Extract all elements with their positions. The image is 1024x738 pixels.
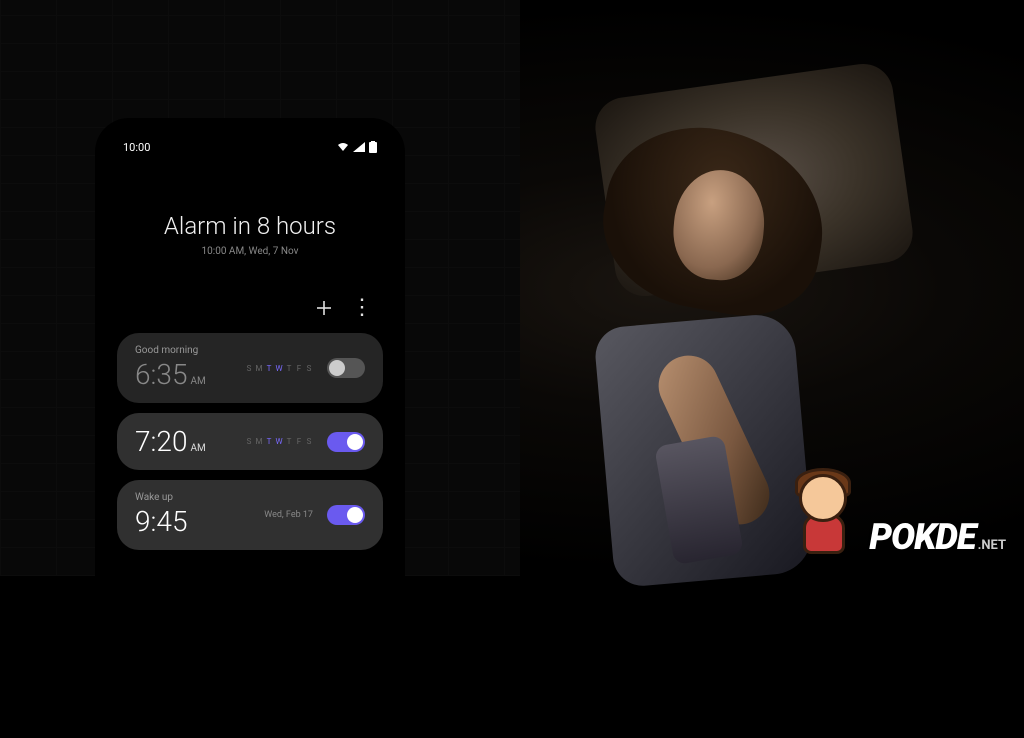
alarm-list[interactable]: Good morning 6:35 AM S M T W T [105,333,395,550]
day-f: F [295,437,303,446]
mascot-icon [785,466,863,558]
toggle-knob [347,434,363,450]
status-icons [337,141,377,153]
battery-icon [369,141,377,153]
alarm-time: 6:35 [135,358,187,391]
action-row: ⋮ [105,277,395,333]
alarm-ampm: AM [190,443,205,454]
alarm-toggle[interactable] [327,358,365,378]
phone-screen: 10:00 Alarm in 8 hours 10:00 AM, Wed, 7 … [105,130,395,726]
toggle-knob [347,507,363,523]
alarm-info: Good morning 6:35 AM [135,345,206,391]
alarm-subtitle: 10:00 AM, Wed, 7 Nov [125,246,375,257]
day-t: T [265,364,273,373]
alarm-toggle[interactable] [327,505,365,525]
watermark-brand: POKDE [869,516,975,558]
alarm-ampm: AM [190,376,205,387]
day-w: W [275,364,283,373]
person-lying-with-phone [464,60,944,520]
status-time: 10:00 [123,141,150,154]
alarm-days: S M T W T F S [245,364,313,373]
toggle-knob [329,360,345,376]
alarm-label: Good morning [135,345,206,356]
day-m: M [255,364,263,373]
day-t: T [265,437,273,446]
more-options-button[interactable]: ⋮ [351,297,373,319]
signal-icon [353,142,365,152]
alarm-card[interactable]: 7:20 AM S M T W T F S [117,413,383,470]
alarm-title: Alarm in 8 hours [125,212,375,240]
plus-icon [315,299,333,317]
alarm-info: 7:20 AM [135,425,206,458]
day-f: F [295,364,303,373]
day-s: S [245,364,253,373]
phone-mockup: 10:00 Alarm in 8 hours 10:00 AM, Wed, 7 … [95,118,405,738]
alarm-days: S M T W T F S [245,437,313,446]
add-alarm-button[interactable] [315,299,333,317]
background-scene: 10:00 Alarm in 8 hours 10:00 AM, Wed, 7 … [0,0,1024,576]
alarm-label: Wake up [135,492,187,503]
day-s2: S [305,364,313,373]
alarm-card[interactable]: Wake up 9:45 Wed, Feb 17 [117,480,383,550]
alarm-time: 7:20 [135,425,187,458]
day-s2: S [305,437,313,446]
day-s: S [245,437,253,446]
watermark: POKDE .NET [785,466,1006,558]
alarm-info: Wake up 9:45 [135,492,187,538]
day-w: W [275,437,283,446]
wifi-icon [337,142,349,152]
alarm-header: Alarm in 8 hours 10:00 AM, Wed, 7 Nov [105,160,395,277]
alarm-toggle[interactable] [327,432,365,452]
day-m: M [255,437,263,446]
alarm-time: 9:45 [135,505,187,538]
alarm-date: Wed, Feb 17 [264,510,313,520]
status-bar: 10:00 [105,130,395,160]
day-t2: T [285,437,293,446]
watermark-tld: .NET [978,538,1006,553]
alarm-card[interactable]: Good morning 6:35 AM S M T W T [117,333,383,403]
day-t2: T [285,364,293,373]
